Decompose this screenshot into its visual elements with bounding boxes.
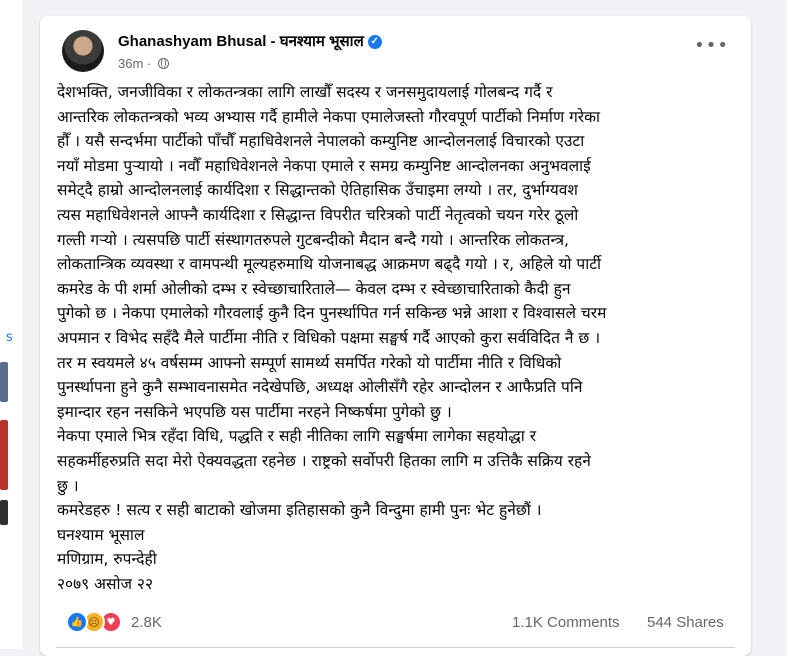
sidebar-image-fragment <box>0 362 8 402</box>
post-text-line: घनश्याम भूसाल <box>57 525 145 544</box>
post-time[interactable]: 36m <box>118 56 143 71</box>
post-text-line: कमरेडहरु ! सत्य र सही बाटाको खोजमा इतिहा… <box>57 501 542 520</box>
author-name[interactable]: Ghanashyam Bhusal - घनश्याम भूसाल <box>118 33 364 50</box>
divider <box>56 647 735 648</box>
post-text-line: इमान्दार रहन नसकिने भएपछि यस पार्टीमा नर… <box>57 402 452 421</box>
post-text-line: नेकपा एमाले भित्र रहँदा विधि, पद्धति र स… <box>57 427 537 446</box>
like-reaction-icon: 👍 <box>66 611 88 633</box>
post-text-line: तर म स्वयमले ४५ वर्षसम्म आफ्नो सम्पूर्ण … <box>57 353 562 372</box>
post-text-line: २०७९ असोज २२ <box>57 574 154 593</box>
post-text-line: अपमान र विभेद सहँदै मैले पार्टीमा नीति र… <box>57 328 601 347</box>
left-sidebar-fragment: s <box>0 0 22 649</box>
post-text-line: पुनर्स्थापना हुने कुनै सम्भावनासमेत नदेख… <box>57 378 583 397</box>
post-text-line: त्यस महाधिवेशनले आफ्नै कार्यदिशा र सिद्ध… <box>57 205 579 224</box>
post-text-line: गल्ती गर्‍यो । त्यसपछि पार्टी संस्थागतरु… <box>57 230 569 249</box>
reactions-summary[interactable]: 👍 ☹ ♥ 2.8K <box>66 611 162 633</box>
post-card: Ghanashyam Bhusal - घनश्याम भूसाल ✓ 36m ·… <box>40 16 751 656</box>
reaction-count[interactable]: 2.8K <box>131 614 162 631</box>
post-text-line: आन्तरिक लोकतन्त्रको भव्य अभ्यास गर्दै हा… <box>57 107 601 126</box>
sidebar-section-icon: s <box>6 330 13 345</box>
post-meta: 36m · <box>118 56 169 71</box>
post-body: देशभक्ति, जनजीविका र लोकतन्त्रका लागि ला… <box>57 80 737 596</box>
post-text-line: छु । <box>57 476 79 495</box>
post-text-line: समेट्दै हाम्रो आन्दोलनलाई कार्यदिशा र सि… <box>57 181 578 200</box>
post-text-line: कमरेड के पी शर्मा ओलीको दम्भ र स्वेच्छाच… <box>57 279 571 298</box>
post-text-line: सहकर्मीहरुप्रति सदा मेरो ऐक्यवद्धता रहने… <box>57 451 591 470</box>
sidebar-image-fragment <box>0 500 8 525</box>
post-text-line: हौँ । यसै सन्दर्भमा पार्टीको पाँचौँ महाध… <box>57 132 585 151</box>
post-text-line: पुगेको छ । नेकपा एमालेको गौरवलाई कुनै दि… <box>57 304 607 323</box>
post-text-line: लोकतान्त्रिक व्यवस्था र वामपन्थी मूल्यहर… <box>57 255 602 274</box>
post-text-line: मणिग्राम, रुपन्देही <box>57 550 157 569</box>
shares-count-link[interactable]: 544 Shares <box>647 614 724 631</box>
post-author[interactable]: Ghanashyam Bhusal - घनश्याम भूसाल ✓ <box>118 31 382 51</box>
avatar[interactable] <box>62 30 104 72</box>
comments-count-link[interactable]: 1.1K Comments <box>512 614 620 631</box>
more-options-button[interactable]: ••• <box>694 37 729 55</box>
verified-badge-icon: ✓ <box>367 35 382 50</box>
post-text-line: नयाँ मोडमा पुर्‍यायो । नवौँ महाधिवेशनले … <box>57 156 591 175</box>
post-text-line: देशभक्ति, जनजीविका र लोकतन्त्रका लागि ला… <box>57 83 553 101</box>
globe-icon[interactable] <box>157 58 169 69</box>
sidebar-image-fragment <box>0 420 8 490</box>
